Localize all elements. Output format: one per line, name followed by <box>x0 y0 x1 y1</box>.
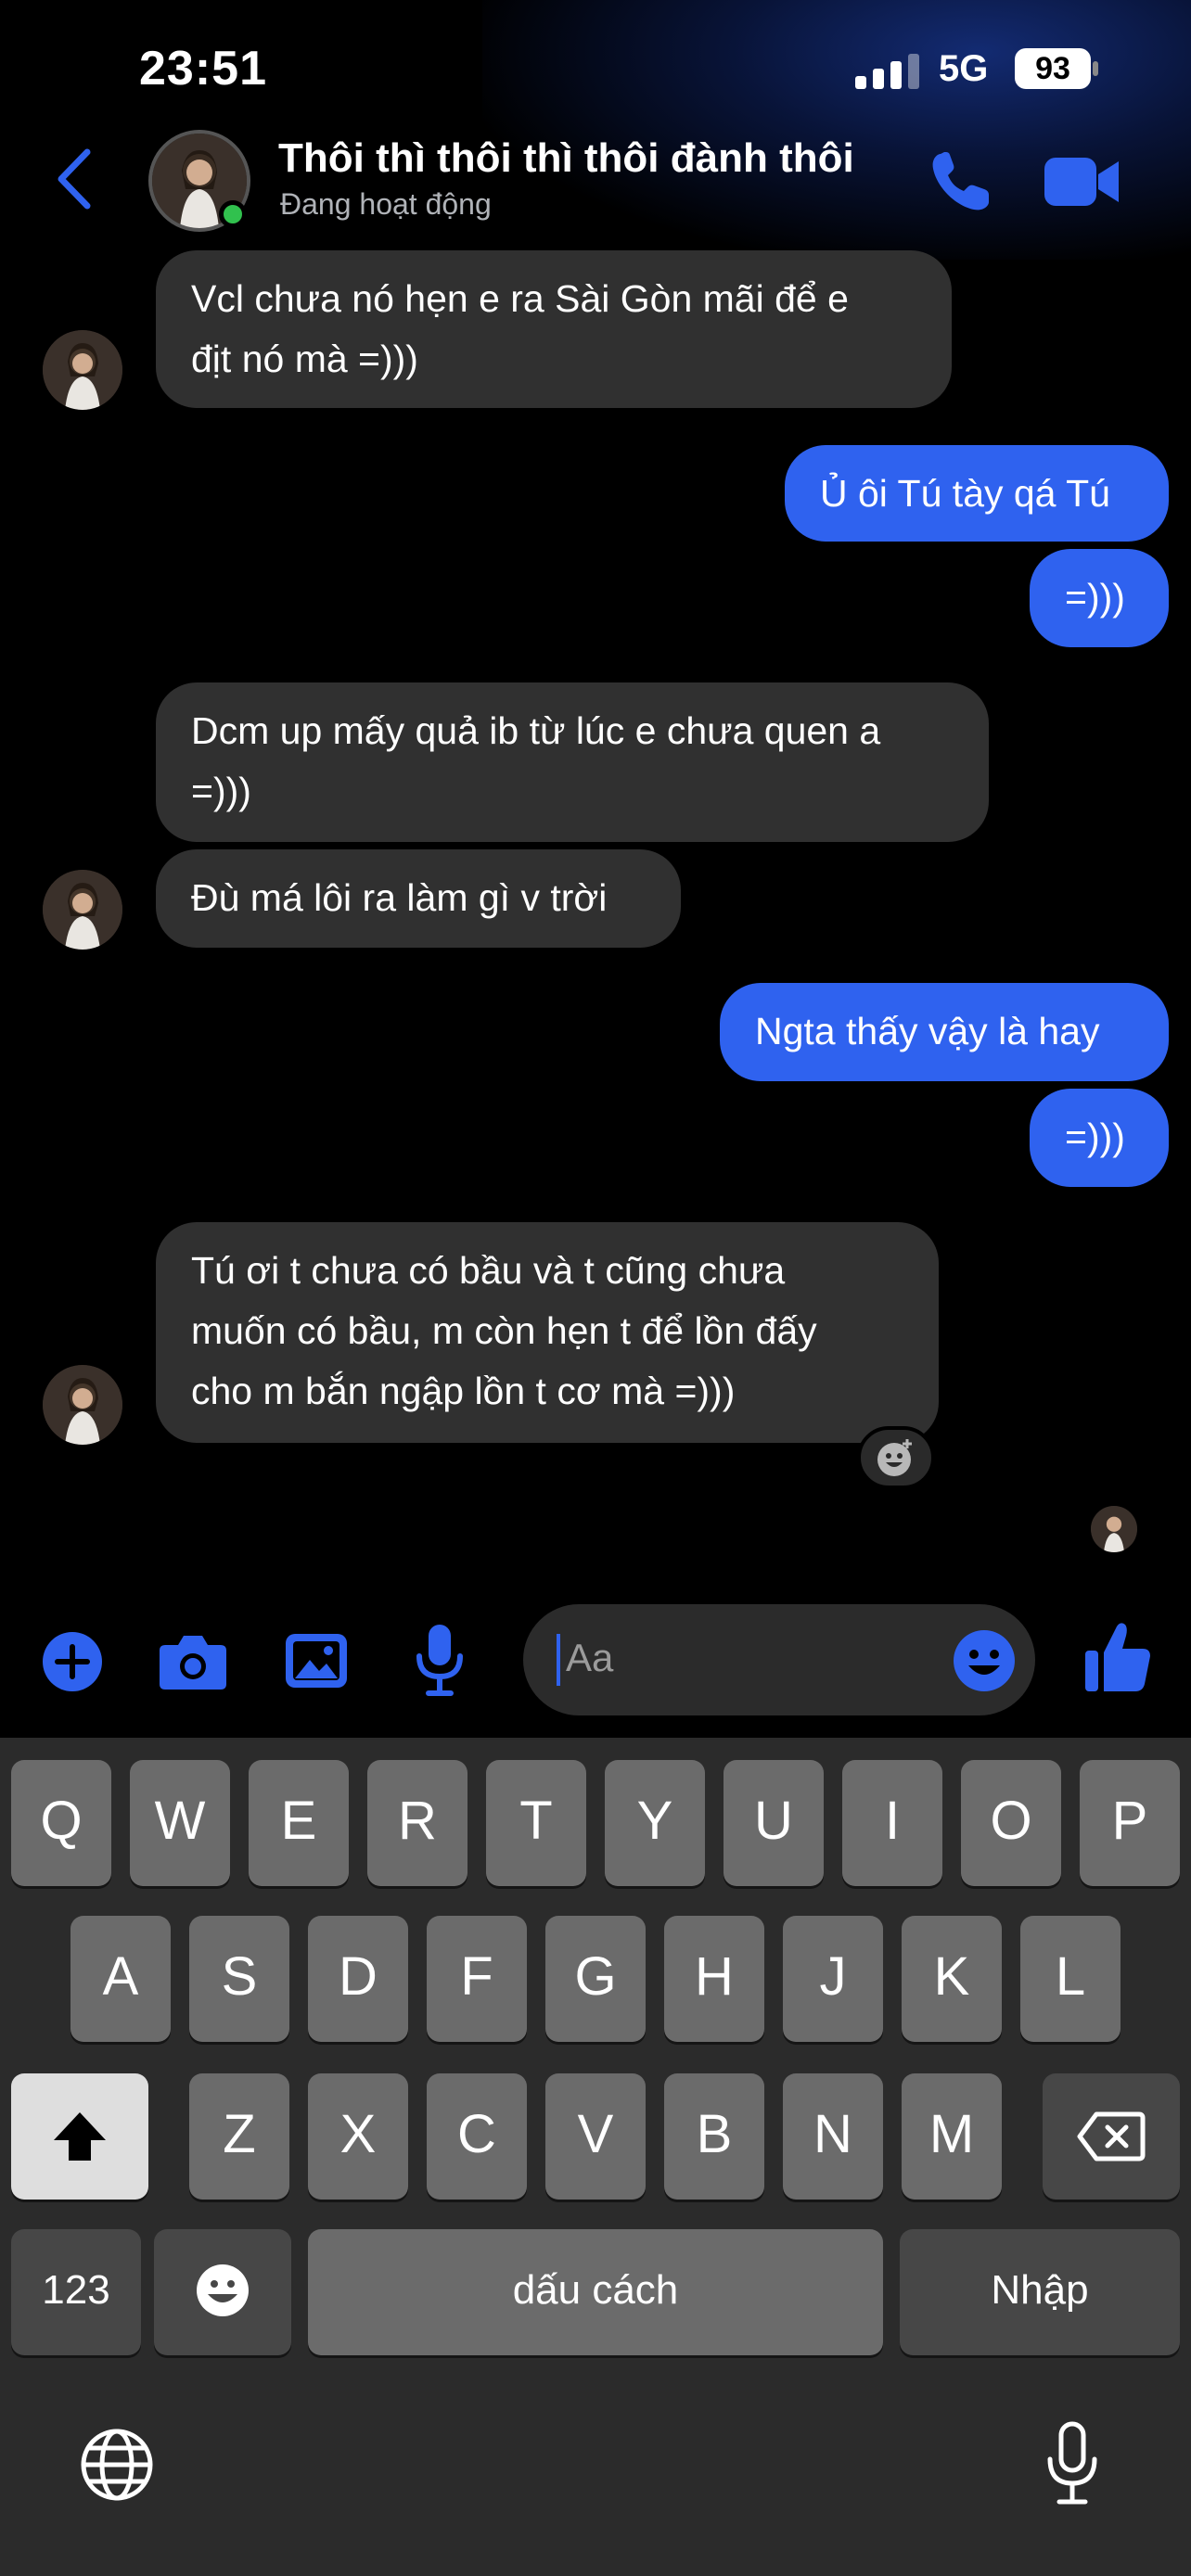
message-line: địt nó mà =))) <box>191 338 418 380</box>
letter-key[interactable]: M <box>902 2073 1002 2200</box>
conversation-title[interactable]: Thôi thì thôi thì thôi đành thôi <box>278 135 854 182</box>
reaction-smiley-icon <box>877 1439 912 1476</box>
message-input-placeholder: Aa <box>566 1636 614 1679</box>
letter-key[interactable]: D <box>308 1916 408 2042</box>
letter-key[interactable]: C <box>427 2073 527 2200</box>
letter-key[interactable]: L <box>1020 1916 1121 2042</box>
letter-key[interactable]: G <box>545 1916 646 2042</box>
letter-key[interactable]: N <box>783 2073 883 2200</box>
gallery-icon[interactable] <box>284 1630 349 1691</box>
backspace-key[interactable] <box>1043 2073 1180 2200</box>
message-line: cho m bắn ngập lồn t cơ mà =))) <box>191 1370 736 1412</box>
online-indicator <box>219 200 247 228</box>
letter-key[interactable]: Z <box>189 2073 289 2200</box>
return-key[interactable]: Nhập <box>900 2229 1180 2355</box>
dictation-microphone-icon[interactable] <box>1044 2420 1100 2507</box>
letter-key[interactable]: U <box>724 1760 824 1886</box>
letter-key[interactable]: F <box>427 1916 527 2042</box>
letter-key[interactable]: O <box>961 1760 1061 1886</box>
back-chevron-icon[interactable] <box>56 147 93 211</box>
text-caret <box>557 1634 560 1686</box>
header-glow <box>482 0 1191 260</box>
letter-key[interactable]: X <box>308 2073 408 2200</box>
message-bubble-incoming[interactable]: Tú ơi t chưa có bầu và t cũng chưa muốn … <box>156 1222 939 1443</box>
letter-key[interactable]: T <box>486 1760 586 1886</box>
letter-key[interactable]: J <box>783 1916 883 2042</box>
video-call-icon[interactable] <box>1044 154 1121 210</box>
battery-level: 93 <box>1015 48 1091 89</box>
message-line: Ủ ôi Tú tày qá Tú <box>820 472 1110 515</box>
letter-key[interactable]: R <box>367 1760 467 1886</box>
seen-avatar <box>1091 1506 1137 1552</box>
battery-icon: 93 <box>1015 48 1098 89</box>
sender-avatar[interactable] <box>43 1365 122 1445</box>
message-bubble-outgoing[interactable]: Ngta thấy vậy là hay <box>720 983 1169 1081</box>
letter-key[interactable]: W <box>130 1760 230 1886</box>
letter-key[interactable]: Y <box>605 1760 705 1886</box>
message-line: Đù má lôi ra làm gì v trời <box>191 876 608 919</box>
letter-key[interactable]: P <box>1080 1760 1180 1886</box>
letter-key[interactable]: H <box>664 1916 764 2042</box>
emoji-key-icon <box>197 2264 249 2316</box>
plus-icon[interactable] <box>41 1630 104 1693</box>
message-line: Ngta thấy vậy là hay <box>755 1010 1100 1052</box>
letter-key[interactable]: B <box>664 2073 764 2200</box>
microphone-icon[interactable] <box>414 1623 466 1697</box>
message-line: =))) <box>1065 576 1125 618</box>
letter-key[interactable]: E <box>249 1760 349 1886</box>
network-label: 5G <box>939 48 989 89</box>
message-line: =))) <box>191 770 251 812</box>
thumbs-up-icon[interactable] <box>1083 1621 1152 1693</box>
emoji-key[interactable] <box>154 2229 291 2355</box>
message-bubble-outgoing[interactable]: =))) <box>1030 549 1169 647</box>
message-bubble-incoming[interactable]: Vcl chưa nó hẹn e ra Sài Gòn mãi để e đị… <box>156 250 952 408</box>
message-bubble-outgoing[interactable]: Ủ ôi Tú tày qá Tú <box>785 445 1169 542</box>
message-line: Dcm up mấy quả ib từ lúc e chưa quen a <box>191 709 881 752</box>
letter-key[interactable]: A <box>70 1916 171 2042</box>
sender-avatar[interactable] <box>43 330 122 410</box>
letter-key[interactable]: Q <box>11 1760 111 1886</box>
signal-icon <box>855 54 919 89</box>
globe-icon[interactable] <box>78 2426 156 2504</box>
letter-key[interactable]: S <box>189 1916 289 2042</box>
shift-key[interactable] <box>11 2073 148 2200</box>
message-bubble-incoming[interactable]: Dcm up mấy quả ib từ lúc e chưa quen a =… <box>156 682 989 842</box>
status-time: 23:51 <box>139 42 267 96</box>
message-line: Vcl chưa nó hẹn e ra Sài Gòn mãi để e <box>191 277 849 320</box>
emoji-icon[interactable] <box>952 1628 1017 1693</box>
message-line: =))) <box>1065 1116 1125 1158</box>
message-bubble-outgoing[interactable]: =))) <box>1030 1089 1169 1187</box>
letter-key[interactable]: I <box>842 1760 942 1886</box>
message-bubble-incoming[interactable]: Đù má lôi ra làm gì v trời <box>156 849 681 948</box>
add-reaction-button[interactable] <box>857 1426 935 1489</box>
shift-arrow-icon <box>54 2112 106 2161</box>
camera-icon[interactable] <box>158 1632 228 1691</box>
letter-key[interactable]: K <box>902 1916 1002 2042</box>
phone-icon[interactable] <box>928 148 994 215</box>
message-line: Tú ơi t chưa có bầu và t cũng chưa <box>191 1249 786 1292</box>
activity-status: Đang hoạt động <box>280 187 492 221</box>
message-line: muốn có bầu, m còn hẹn t để lồn đấy <box>191 1309 817 1352</box>
numbers-key[interactable]: 123 <box>11 2229 141 2355</box>
backspace-icon <box>1077 2111 1146 2162</box>
sender-avatar[interactable] <box>43 870 122 950</box>
letter-key[interactable]: V <box>545 2073 646 2200</box>
space-key[interactable]: dấu cách <box>308 2229 883 2355</box>
